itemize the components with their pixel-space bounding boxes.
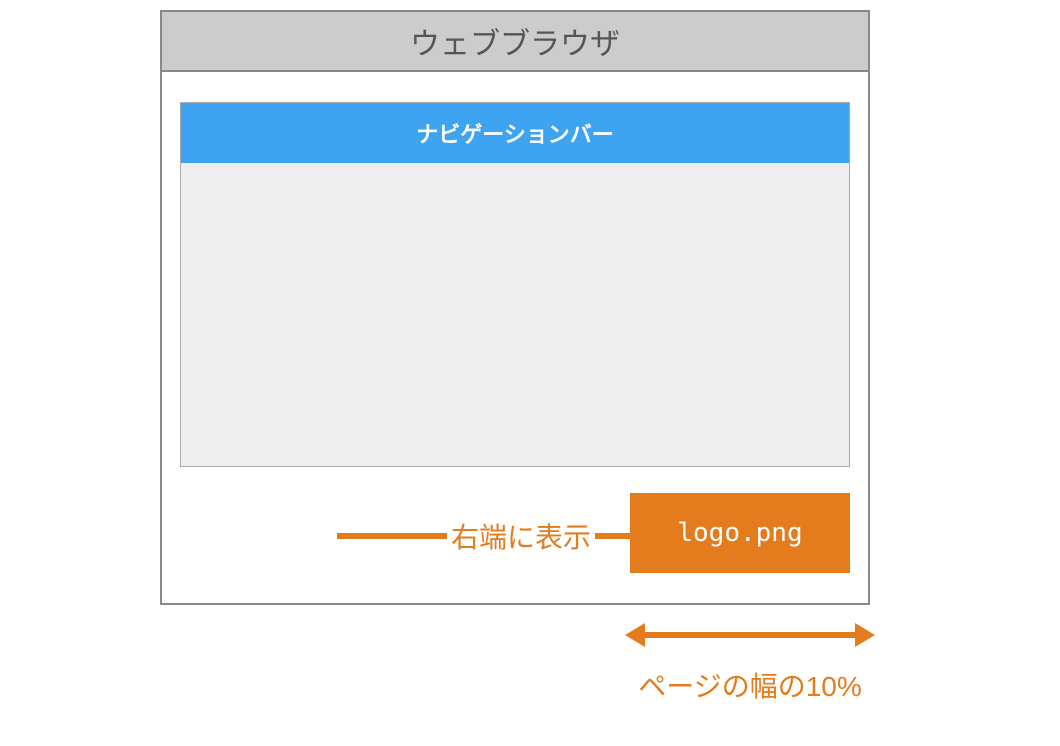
page-width-note: ページの幅の10% <box>600 665 900 705</box>
browser-frame: ウェブブラウザ ナビゲーションバー 右端に表示 logo.png <box>160 10 870 605</box>
width-double-arrow-icon <box>625 615 875 655</box>
navbar: ナビゲーションバー <box>181 103 849 163</box>
browser-body: ナビゲーションバー 右端に表示 logo.png <box>162 72 868 603</box>
logo-filename: logo.png <box>677 518 802 548</box>
arrow-left-segment-icon <box>337 526 447 546</box>
page-container: ナビゲーションバー <box>180 102 850 467</box>
align-right-label: 右端に表示 <box>451 516 591 556</box>
browser-title-text: ウェブブラウザ <box>410 19 620 63</box>
logo-box: logo.png <box>630 493 850 573</box>
navbar-label: ナビゲーションバー <box>416 117 614 149</box>
browser-titlebar: ウェブブラウザ <box>162 12 868 72</box>
